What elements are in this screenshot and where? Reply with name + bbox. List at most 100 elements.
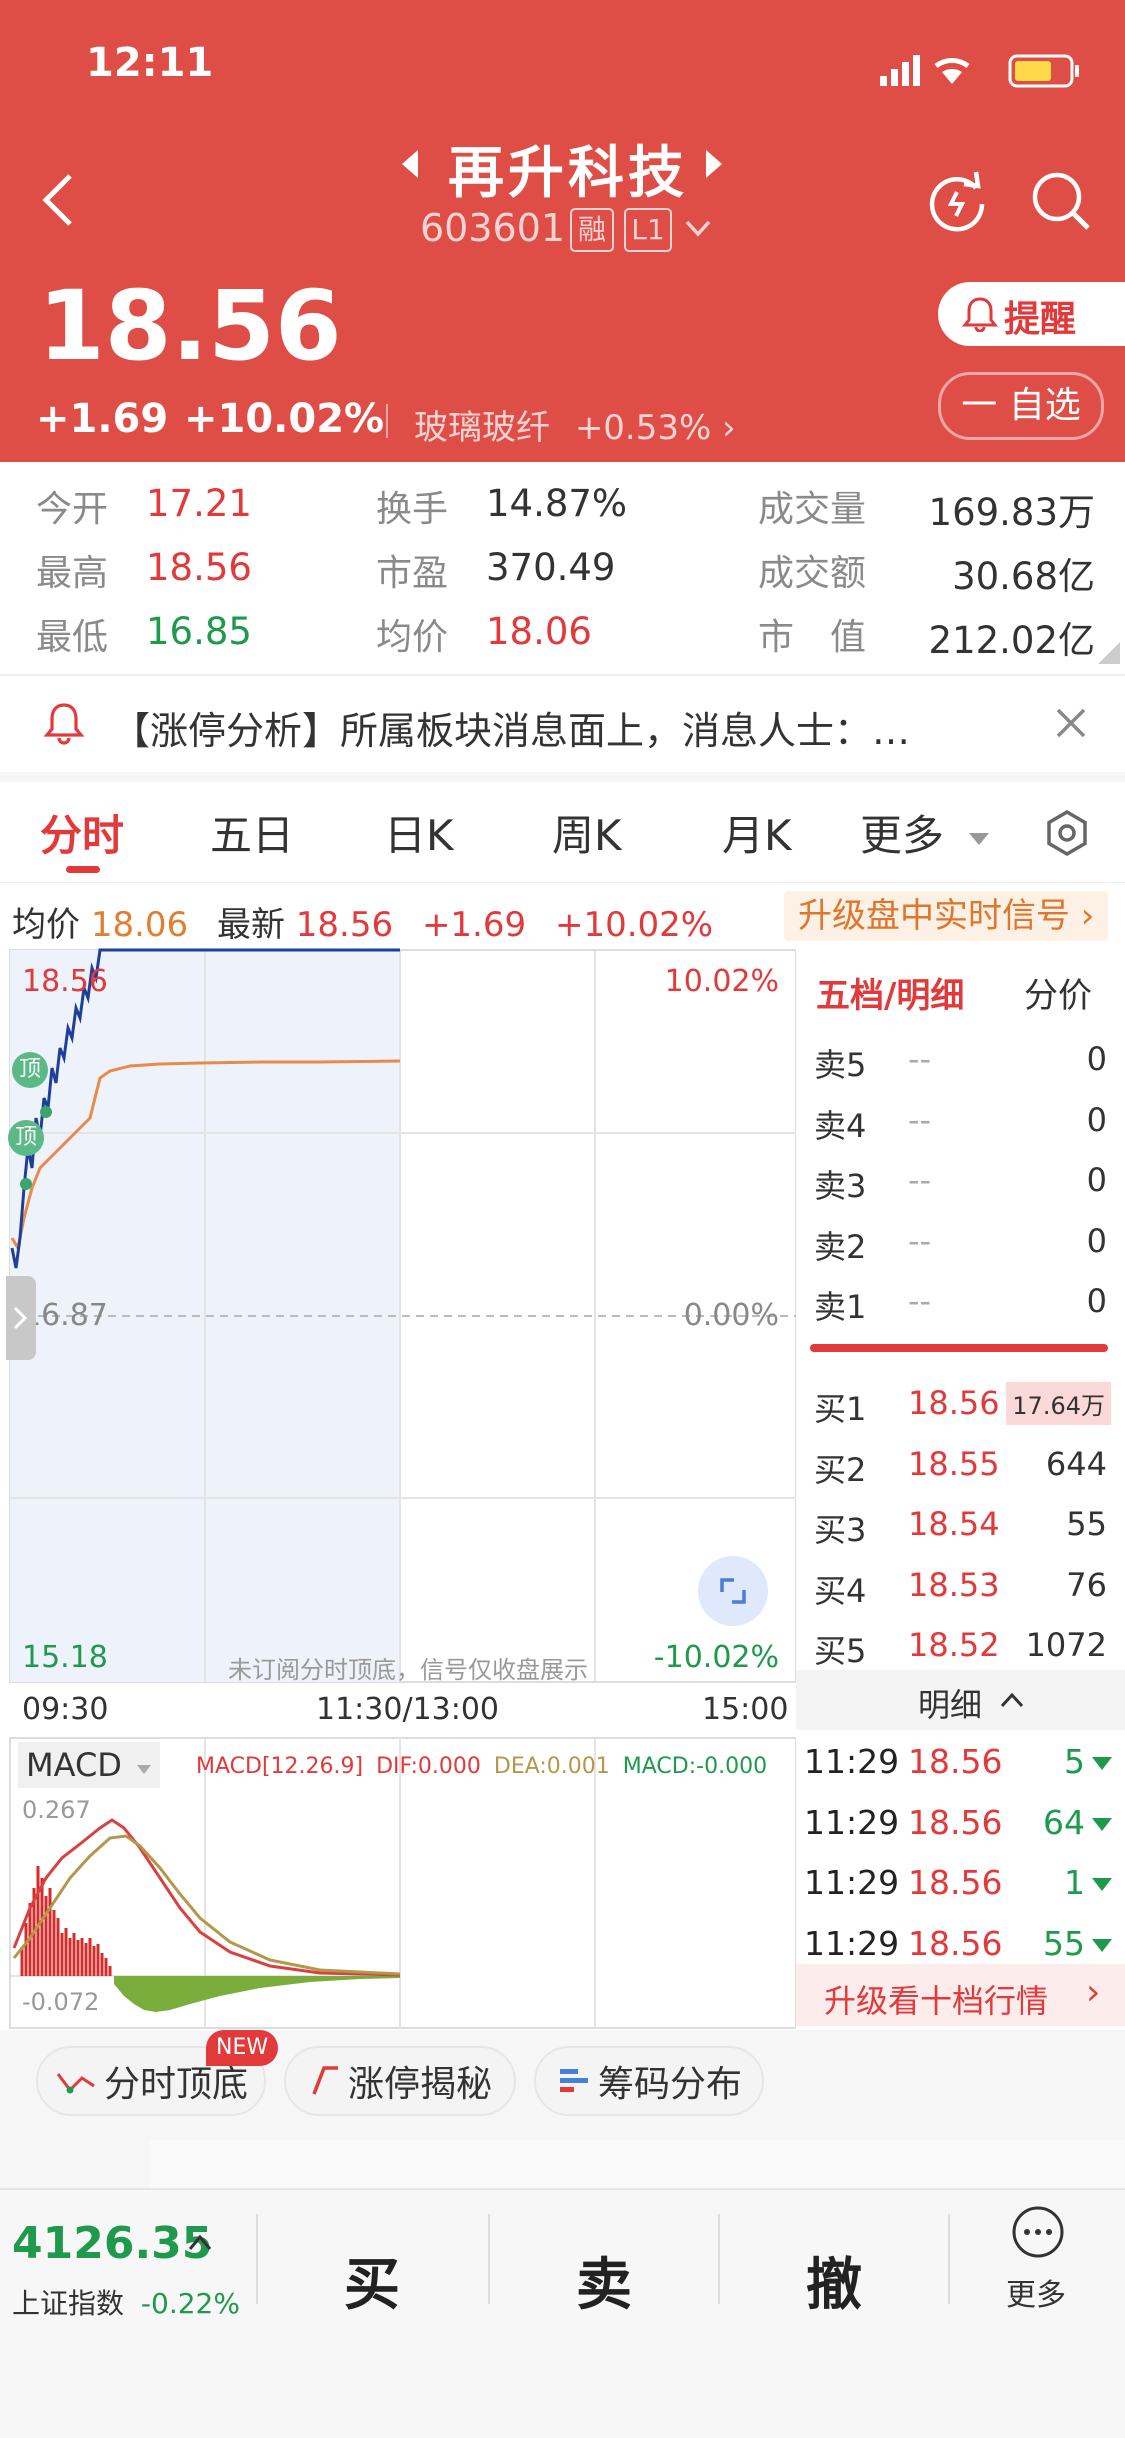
fullscreen-button[interactable] <box>698 1556 768 1626</box>
bid-row[interactable]: 买2 18.55 644 <box>796 1437 1125 1493</box>
tab-daily-k[interactable]: 日K <box>384 802 454 863</box>
chevron-right-icon: › <box>1086 1972 1101 2013</box>
settings-icon[interactable] <box>1044 810 1090 856</box>
limit-up-notice[interactable]: 【涨停分析】所属板块消息面上，消息人士：… <box>0 674 1125 772</box>
bid-volume: 644 <box>1045 1444 1107 1483</box>
open-label: 今开 <box>36 489 109 530</box>
sector-change: +0.53% <box>574 408 712 448</box>
tab-weekly-k[interactable]: 周K <box>552 802 622 863</box>
ask-row[interactable]: 卖3 -- 0 <box>796 1153 1125 1209</box>
bid-volume: 76 <box>1066 1565 1107 1604</box>
current-price: 18.56 <box>38 270 342 382</box>
close-icon[interactable] <box>1054 706 1088 740</box>
back-icon[interactable] <box>38 172 78 228</box>
prev-stock-icon[interactable] <box>398 148 422 180</box>
tool-label: 涨停揭秘 <box>348 2064 493 2105</box>
macd-value: MACD:-0.000 <box>622 1754 768 1779</box>
upgrade-ten-level-button[interactable]: 升级看十档行情 › <box>796 1964 1125 2026</box>
search-icon[interactable] <box>1030 170 1092 232</box>
down-arrow-icon <box>1092 1757 1112 1770</box>
stock-header: 12:11 再升科技 603601 融 L1 18.56 +1.69 +10.0… <box>0 0 1125 462</box>
price-change-pct: +10.02% <box>184 396 385 442</box>
bid-row[interactable]: 买4 18.53 76 <box>796 1558 1125 1614</box>
chevron-down-icon[interactable] <box>684 218 712 240</box>
chip-distribution-button[interactable]: 筹码分布 <box>534 2046 764 2116</box>
trend-up-icon <box>312 2066 338 2095</box>
more-label: 更多 <box>1006 2278 1066 2313</box>
index-change: -0.22% <box>140 2287 240 2320</box>
tab-monthly-k[interactable]: 月K <box>722 802 792 863</box>
expand-icon <box>720 1578 746 1604</box>
corner-expand-icon[interactable] <box>1096 640 1122 666</box>
top-signal-badge[interactable]: 顶 <box>8 1120 44 1156</box>
watchlist-button[interactable]: 一 自选 <box>938 372 1104 440</box>
pe-label: 市盈 <box>376 553 449 594</box>
sell-button[interactable]: 卖 <box>576 2240 632 2321</box>
refresh-icon[interactable] <box>926 170 988 232</box>
pe-value: 370.49 <box>486 546 616 589</box>
next-stock-icon[interactable] <box>702 148 726 180</box>
bid-row[interactable]: 买5 18.52 1072 <box>796 1618 1125 1674</box>
notice-text: 【涨停分析】所属板块消息面上，消息人士：… <box>112 709 911 753</box>
sector-link[interactable]: 玻璃玻纤 +0.53% › <box>414 400 736 449</box>
tab-five-day[interactable]: 五日 <box>210 802 294 863</box>
bid-level-label: 买5 <box>814 1632 867 1670</box>
info-values: 均价 18.06 最新 18.56 +1.69 +10.02% <box>12 897 713 946</box>
order-book-title[interactable]: 五档/明细 <box>816 968 964 1017</box>
status-time: 12:11 <box>86 40 214 86</box>
ask-row[interactable]: 卖2 -- 0 <box>796 1214 1125 1270</box>
limit-up-secrets-button[interactable]: 涨停揭秘 <box>284 2046 516 2116</box>
intraday-chart[interactable] <box>0 948 800 2030</box>
tab-more-label: 更多 <box>860 811 945 860</box>
detail-label: 明细 <box>918 1686 983 1724</box>
chart-tabs: 分时 五日 日K 周K 月K 更多 <box>0 782 1125 882</box>
status-icons <box>880 54 1079 88</box>
tick-volume: 64 <box>1043 1802 1085 1842</box>
cancel-order-button[interactable]: 撤 <box>806 2240 862 2321</box>
remind-button[interactable]: 提醒 <box>938 282 1125 346</box>
ask-price: -- <box>908 1040 932 1078</box>
caret-down-icon <box>137 1765 152 1774</box>
tick-volume: 1 <box>1064 1863 1085 1902</box>
tick-time: 11:29 <box>804 1742 900 1781</box>
stats-panel: 今开 17.21 最高 18.56 最低 16.85 换手 14.87% 市盈 … <box>0 462 1125 674</box>
detail-toggle[interactable]: 明细 <box>796 1670 1125 1730</box>
bid-volume: 17.64万 <box>1006 1382 1111 1425</box>
info-latest-label: 最新 <box>216 905 285 945</box>
ask-price: -- <box>908 1100 932 1139</box>
bid-row[interactable]: 买3 18.54 55 <box>796 1497 1125 1553</box>
macd-dif: DIF:0.000 <box>376 1754 481 1779</box>
indicator-selector[interactable]: MACD <box>18 1742 161 1788</box>
bell-icon <box>44 703 84 745</box>
buy-button[interactable]: 买 <box>344 2240 400 2321</box>
ask-row[interactable]: 卖4 -- 0 <box>796 1093 1125 1149</box>
upgrade-signal-button[interactable]: 升级盘中实时信号 › <box>784 891 1109 941</box>
divider <box>386 404 388 438</box>
side-drawer-handle[interactable] <box>6 1276 36 1360</box>
macd-bot-label: -0.072 <box>22 1988 100 2016</box>
chevron-right-icon <box>13 1306 28 1330</box>
more-button[interactable]: 更多 <box>1004 2204 1104 2324</box>
y-bot-label: 15.18 <box>22 1640 108 1675</box>
chevron-up-icon[interactable] <box>188 2232 212 2252</box>
bid-price: 18.52 <box>908 1626 1000 1664</box>
tick-volume: 5 <box>1064 1742 1085 1781</box>
tab-intraday[interactable]: 分时 <box>40 802 124 863</box>
tick-volume: 55 <box>1043 1923 1085 1963</box>
top-signal-badge[interactable]: 顶 <box>12 1052 48 1088</box>
bid-row[interactable]: 买1 18.56 17.64万 <box>796 1376 1125 1432</box>
signal-chart-icon <box>56 2073 95 2094</box>
remind-label: 提醒 <box>1004 299 1077 340</box>
tick-time: 11:29 <box>804 1802 900 1842</box>
bid-price: 18.54 <box>908 1505 1000 1543</box>
avg-value: 18.06 <box>486 610 592 653</box>
upgrade-signal-label: 升级盘中实时信号 <box>798 896 1070 936</box>
tab-more[interactable]: 更多 <box>860 802 991 863</box>
divider <box>948 2214 950 2304</box>
index-value[interactable]: 4126.35 <box>12 2218 212 2269</box>
price-split-tab[interactable]: 分价 <box>1024 968 1092 1017</box>
stock-code: 603601 <box>420 206 566 250</box>
bid-level-label: 买3 <box>814 1511 867 1549</box>
ask-row[interactable]: 卖1 -- 0 <box>796 1274 1125 1330</box>
ask-row[interactable]: 卖5 -- 0 <box>796 1032 1125 1088</box>
